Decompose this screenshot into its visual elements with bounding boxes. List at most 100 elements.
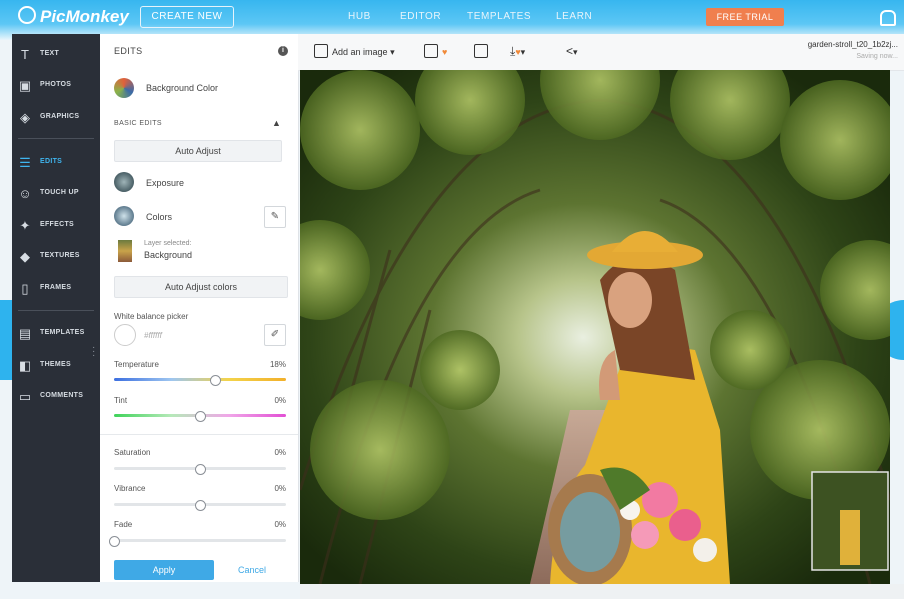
themes-icon: ◧ bbox=[18, 358, 32, 373]
background-color-thumb[interactable] bbox=[114, 78, 134, 98]
nav-item-textures[interactable]: ◆ TEXTURES bbox=[12, 246, 100, 270]
notifications-bell-icon[interactable] bbox=[880, 10, 896, 26]
logo-icon bbox=[18, 6, 36, 24]
saturation-slider[interactable] bbox=[114, 464, 286, 475]
basic-edits-heading: BASIC EDITS bbox=[114, 120, 162, 127]
share-button[interactable]: <▾ bbox=[566, 44, 578, 58]
canvas-bottom-bar bbox=[300, 584, 904, 599]
cancel-button[interactable]: Cancel bbox=[238, 565, 266, 575]
logo[interactable]: PicMonkey bbox=[18, 6, 129, 27]
photo bbox=[300, 70, 890, 584]
info-icon[interactable]: i bbox=[278, 46, 288, 56]
graphics-icon: ◈ bbox=[20, 110, 30, 125]
background-color-label[interactable]: Background Color bbox=[146, 83, 218, 93]
nav-item-themes[interactable]: ◧ THEMES bbox=[12, 355, 100, 379]
fade-slider[interactable] bbox=[109, 536, 286, 547]
create-new-button[interactable]: CREATE NEW bbox=[140, 6, 234, 28]
nav-item-graphics[interactable]: ◈ GRAPHICS bbox=[12, 107, 100, 131]
fade-slider-thumb[interactable] bbox=[109, 536, 120, 547]
edits-icon: ☰ bbox=[19, 155, 31, 170]
nav-item-templates[interactable]: ▤ TEMPLATES bbox=[12, 323, 100, 347]
nav-item-label: COMMENTS bbox=[40, 392, 84, 399]
nav-item-comments[interactable]: ▭ COMMENTS bbox=[12, 386, 100, 410]
edits-panel: EDITS i Background Color BASIC EDITS ▲ A… bbox=[100, 34, 299, 582]
nav-item-photos[interactable]: ▣ PHOTOS bbox=[12, 75, 100, 99]
colors-thumb[interactable] bbox=[114, 206, 134, 226]
saturation-value: 0% bbox=[274, 448, 286, 457]
nav-item-text[interactable]: T TEXT bbox=[12, 44, 100, 68]
top-bar: PicMonkey CREATE NEW HUB EDITOR TEMPLATE… bbox=[0, 0, 904, 34]
comments-icon: ▭ bbox=[18, 389, 32, 404]
nav-item-label: TEXT bbox=[40, 50, 60, 57]
nav-divider bbox=[18, 310, 94, 311]
nav-hub[interactable]: HUB bbox=[348, 11, 371, 22]
nav-item-label: GRAPHICS bbox=[40, 113, 80, 120]
save-status: Saving now... bbox=[856, 53, 898, 60]
vibrance-value: 0% bbox=[274, 484, 286, 493]
nav-learn[interactable]: LEARN bbox=[556, 11, 592, 22]
temperature-slider-thumb[interactable] bbox=[210, 375, 222, 386]
vibrance-slider[interactable] bbox=[114, 500, 286, 511]
frames-icon: ▯ bbox=[21, 281, 29, 296]
fade-label: Fade bbox=[114, 520, 133, 529]
temperature-value: 18% bbox=[269, 360, 286, 369]
vibrance-label: Vibrance bbox=[114, 484, 146, 493]
colors-label[interactable]: Colors bbox=[146, 212, 172, 222]
add-image-label: Add an image bbox=[332, 47, 388, 57]
white-balance-label: White balance picker bbox=[114, 312, 189, 321]
nav-item-edits[interactable]: ☰ EDITS bbox=[12, 152, 100, 176]
exposure-label[interactable]: Exposure bbox=[146, 178, 184, 188]
layer-thumbnail bbox=[118, 240, 132, 262]
free-trial-button[interactable]: FREE TRIAL bbox=[706, 8, 784, 26]
auto-adjust-colors-button[interactable]: Auto Adjust colors bbox=[114, 276, 288, 298]
eyedropper-icon[interactable]: ✐ bbox=[264, 324, 286, 346]
left-nav: T TEXT ▣ PHOTOS ◈ GRAPHICS ☰ EDITS ☺ TOUCH UP… bbox=[12, 34, 100, 582]
tint-slider-thumb[interactable] bbox=[195, 411, 206, 422]
layers-button[interactable] bbox=[474, 44, 492, 58]
exposure-thumb[interactable] bbox=[114, 172, 134, 192]
add-image-button[interactable]: Add an image ▾ bbox=[314, 44, 395, 58]
layers-icon bbox=[474, 44, 488, 58]
nav-item-touch-up[interactable]: ☺ TOUCH UP bbox=[12, 183, 100, 207]
tint-label: Tint bbox=[114, 396, 128, 405]
nav-editor[interactable]: EDITOR bbox=[400, 11, 441, 22]
nav-divider bbox=[18, 138, 94, 139]
nav-item-label: TEMPLATES bbox=[40, 329, 85, 336]
file-name[interactable]: garden-stroll_t20_1b2zj... bbox=[786, 40, 898, 49]
white-balance-swatch[interactable] bbox=[114, 324, 136, 346]
chevron-up-icon[interactable]: ▲ bbox=[272, 118, 281, 128]
layer-name: Background bbox=[144, 250, 193, 260]
nav-item-label: EDITS bbox=[40, 158, 63, 165]
nav-item-effects[interactable]: ✦ EFFECTS bbox=[12, 215, 100, 239]
add-image-icon bbox=[314, 44, 328, 58]
more-dots-icon[interactable]: · · · bbox=[92, 343, 95, 361]
nav-templates[interactable]: TEMPLATES bbox=[467, 11, 531, 22]
editor-canvas[interactable] bbox=[300, 70, 890, 584]
vibrance-slider-thumb[interactable] bbox=[195, 500, 206, 511]
nav-item-label: TEXTURES bbox=[40, 252, 80, 259]
fade-value: 0% bbox=[274, 520, 286, 529]
panel-divider bbox=[100, 434, 298, 435]
chevron-down-icon: ▾ bbox=[520, 47, 526, 57]
download-button[interactable]: ⤓♥▾ bbox=[510, 44, 525, 59]
text-icon: T bbox=[21, 47, 29, 62]
temperature-slider[interactable] bbox=[114, 375, 286, 386]
layer-selected-caption: Layer selected: bbox=[144, 240, 192, 247]
tint-value: 0% bbox=[274, 396, 286, 405]
premium-heart-icon: ♥ bbox=[442, 47, 448, 57]
textures-icon: ◆ bbox=[20, 249, 30, 264]
nav-item-frames[interactable]: ▯ FRAMES bbox=[12, 278, 100, 302]
chevron-down-icon: ▾ bbox=[390, 47, 395, 57]
tint-slider[interactable] bbox=[114, 411, 286, 422]
saturation-label: Saturation bbox=[114, 448, 151, 457]
resize-button[interactable]: ♥ bbox=[424, 44, 447, 58]
brush-icon[interactable]: ✎ bbox=[264, 206, 286, 228]
nav-item-label: TOUCH UP bbox=[40, 189, 79, 196]
apply-button[interactable]: Apply bbox=[114, 560, 214, 580]
white-balance-value[interactable]: #ffffff bbox=[144, 331, 162, 340]
chevron-down-icon: ▾ bbox=[573, 47, 578, 57]
photos-icon: ▣ bbox=[18, 78, 32, 93]
auto-adjust-button[interactable]: Auto Adjust bbox=[114, 140, 282, 162]
saturation-slider-thumb[interactable] bbox=[195, 464, 206, 475]
panel-title: EDITS bbox=[114, 46, 143, 56]
